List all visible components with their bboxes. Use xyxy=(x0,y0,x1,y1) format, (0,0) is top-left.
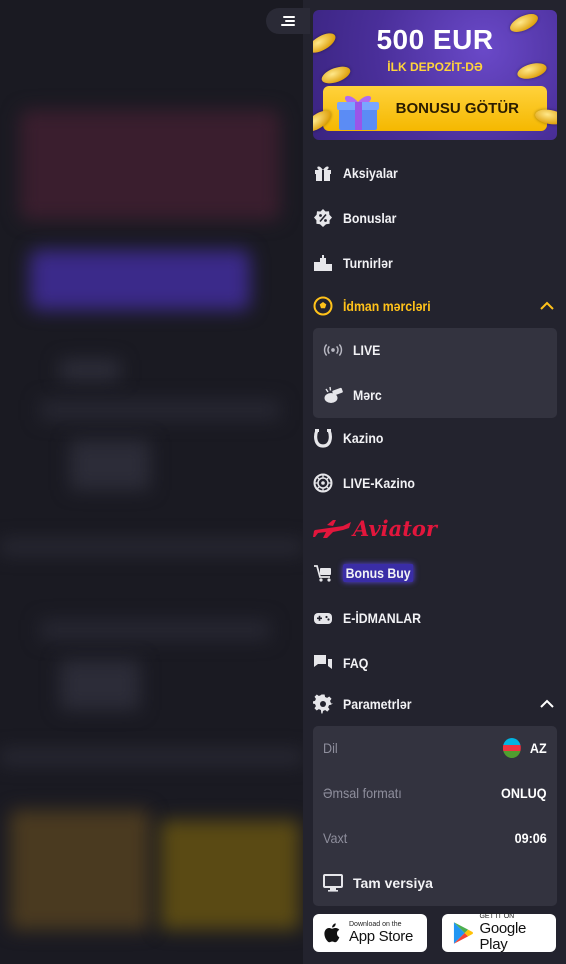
google-play-button[interactable]: GET IT ON Google Play xyxy=(442,913,556,953)
chevron-up-icon[interactable] xyxy=(539,696,555,712)
chat-icon xyxy=(313,653,333,673)
language-value: AZ xyxy=(530,740,547,756)
nav-item-sports-betting[interactable]: İdman mərcləri xyxy=(313,288,557,324)
nav-item-esports[interactable]: E-İDMANLAR xyxy=(313,600,557,636)
full-version-link[interactable]: Tam versiya xyxy=(323,863,547,903)
plane-icon xyxy=(313,520,351,538)
aviator-logo-text: Aviator xyxy=(353,516,437,541)
nav-item-label: Parametrlər xyxy=(343,696,412,712)
nav-item-aviator[interactable]: Aviator xyxy=(313,512,437,546)
nav-item-label: Bonus Buy xyxy=(343,564,414,582)
cart-icon xyxy=(313,563,333,583)
app-store-big: App Store xyxy=(349,928,414,945)
google-play-big: Google Play xyxy=(479,920,527,953)
promo-subtitle: İLK DEPOZİT-DƏ xyxy=(387,60,483,74)
sports-submenu: LIVE Mərc xyxy=(313,328,557,418)
nav-item-label: LIVE-Kazino xyxy=(343,475,415,491)
nav-item-label: Bonuslar xyxy=(343,210,397,226)
live-broadcast-icon xyxy=(323,340,343,360)
sub-item-label: Mərc xyxy=(353,387,382,403)
blurred-page-backdrop xyxy=(0,0,303,964)
nav-item-live-casino[interactable]: LIVE-Kazino xyxy=(313,465,557,501)
nav-item-label: Kazino xyxy=(343,430,384,446)
azerbaijan-flag-icon xyxy=(503,738,522,758)
whistle-icon xyxy=(323,385,343,405)
nav-item-casino[interactable]: Kazino xyxy=(313,420,557,456)
google-play-icon xyxy=(453,922,473,944)
gift-icon xyxy=(313,163,333,183)
nav-item-label: Turnirlər xyxy=(343,255,393,271)
menu-lines-icon xyxy=(281,14,295,28)
football-icon xyxy=(313,296,333,316)
nav-item-promotions[interactable]: Aksiyalar xyxy=(313,155,557,191)
bonus-buy-highlight: Bonus Buy xyxy=(343,564,414,582)
horseshoe-icon xyxy=(313,428,333,448)
nav-item-label: E-İDMANLAR xyxy=(343,610,422,626)
language-setting[interactable]: Dil AZ xyxy=(323,728,547,768)
gamepad-icon xyxy=(313,608,333,628)
odds-format-setting[interactable]: Əmsal formatı ONLUQ xyxy=(323,773,547,813)
nav-item-label: Aksiyalar xyxy=(343,165,398,181)
time-key: Vaxt xyxy=(323,830,348,846)
nav-item-tournaments[interactable]: Turnirlər xyxy=(313,245,557,281)
nav-item-bonuses[interactable]: Bonuslar xyxy=(313,200,557,236)
chevron-up-icon[interactable] xyxy=(539,298,555,314)
nav-item-faq[interactable]: FAQ xyxy=(313,645,557,681)
promo-amount: 500 EUR xyxy=(376,24,494,55)
time-setting[interactable]: Vaxt 09:06 xyxy=(323,818,547,858)
gear-icon xyxy=(313,694,333,714)
menu-toggle-button[interactable] xyxy=(266,8,310,34)
sub-item-label: LIVE xyxy=(353,342,381,358)
nav-item-label: FAQ xyxy=(343,655,369,671)
full-version-label: Tam versiya xyxy=(353,875,433,891)
apple-icon xyxy=(324,923,340,943)
roulette-icon xyxy=(313,473,333,493)
odds-format-value: ONLUQ xyxy=(501,785,547,801)
podium-icon xyxy=(313,253,333,273)
gift-box-icon xyxy=(337,95,379,130)
odds-format-key: Əmsal formatı xyxy=(323,785,402,801)
promo-banner[interactable]: 500 EUR İLK DEPOZİT-DƏ BONUSU GÖTÜR xyxy=(313,10,557,140)
percent-badge-icon xyxy=(313,208,333,228)
time-value: 09:06 xyxy=(514,830,547,846)
nav-item-label: İdman mərcləri xyxy=(343,298,431,314)
sub-item-bet[interactable]: Mərc xyxy=(323,377,547,413)
language-key: Dil xyxy=(323,740,338,756)
settings-panel: Dil AZ Əmsal formatı ONLUQ Vaxt 09:06 Ta… xyxy=(313,726,557,906)
sub-item-live[interactable]: LIVE xyxy=(323,332,547,368)
nav-item-settings[interactable]: Parametrlər xyxy=(313,686,557,722)
language-value-wrap: AZ xyxy=(503,738,547,758)
side-drawer: 500 EUR İLK DEPOZİT-DƏ BONUSU GÖTÜR Aksi… xyxy=(303,0,566,964)
nav-item-bonus-buy[interactable]: Bonus Buy xyxy=(313,555,557,591)
app-store-button[interactable]: Download on the App Store xyxy=(313,914,427,952)
monitor-icon xyxy=(323,873,343,893)
